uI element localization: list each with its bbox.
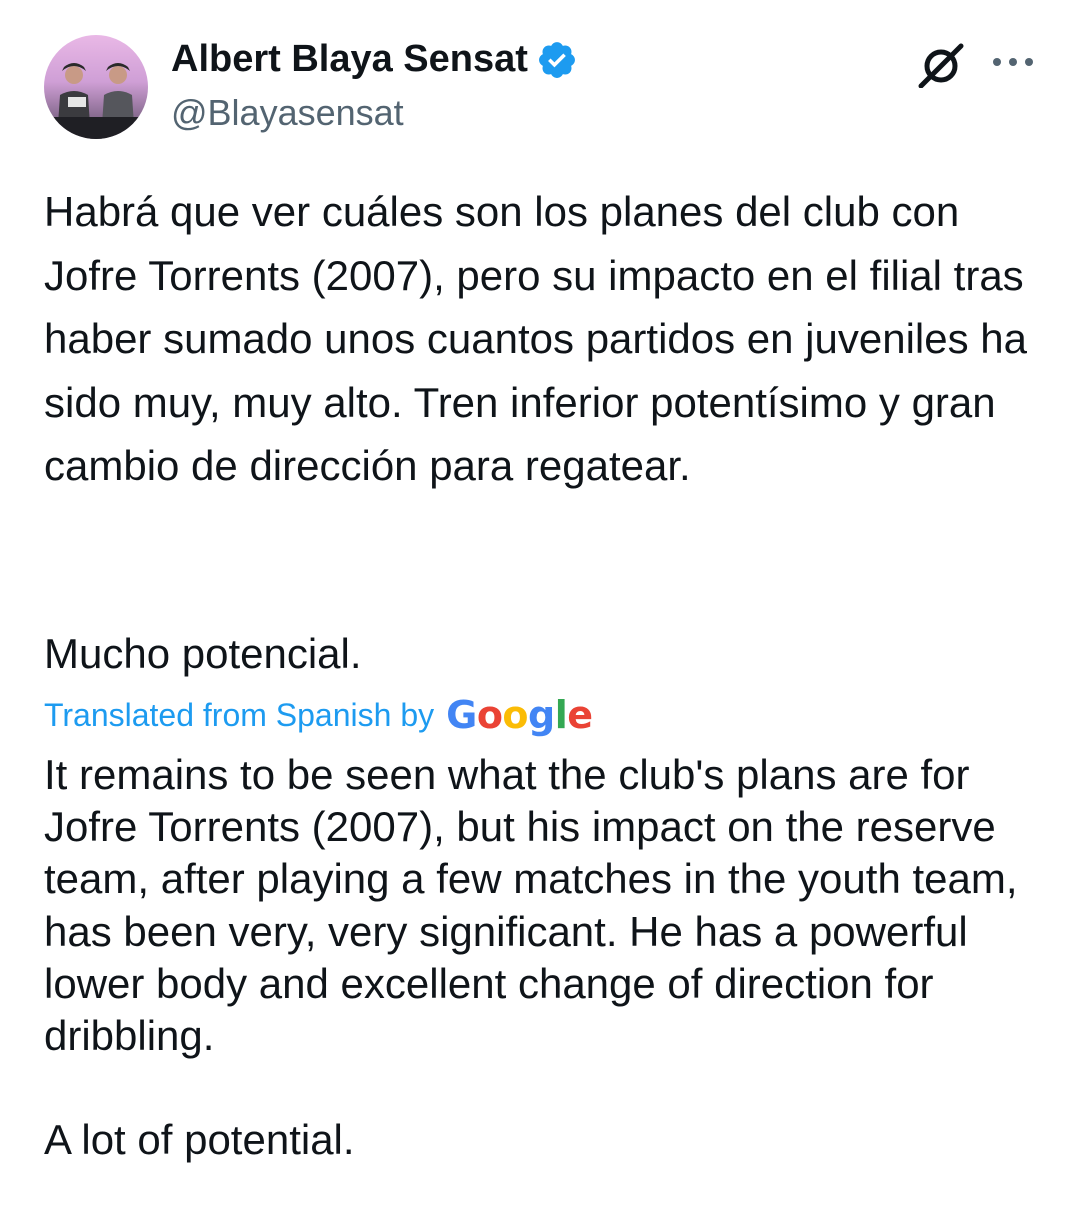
grok-icon[interactable] — [915, 42, 967, 89]
author-name-text: Albert Blaya Sensat — [171, 38, 528, 80]
translation-attribution[interactable]: Translated from Spanish by Google — [44, 693, 593, 737]
google-logo: Google — [446, 693, 593, 737]
avatar-image — [44, 35, 148, 139]
author-handle[interactable]: @Blayasensat — [171, 92, 404, 134]
translated-text: It remains to be seen what the club's pl… — [44, 751, 1018, 1060]
verified-badge-icon — [538, 41, 575, 78]
translation-label: Translated from Spanish by — [44, 696, 435, 733]
more-horizontal-icon[interactable] — [991, 52, 1035, 72]
tweet-card: Albert Blaya Sensat @Blayasensat Habrá q… — [0, 0, 1080, 1228]
author-display-name[interactable]: Albert Blaya Sensat — [171, 38, 578, 81]
avatar[interactable] — [44, 35, 148, 139]
tweet-text-closing: Mucho potencial. — [44, 630, 362, 677]
tweet-text: Habrá que ver cuáles son los planes del … — [44, 188, 1039, 489]
translated-text-closing: A lot of potential. — [44, 1116, 355, 1163]
